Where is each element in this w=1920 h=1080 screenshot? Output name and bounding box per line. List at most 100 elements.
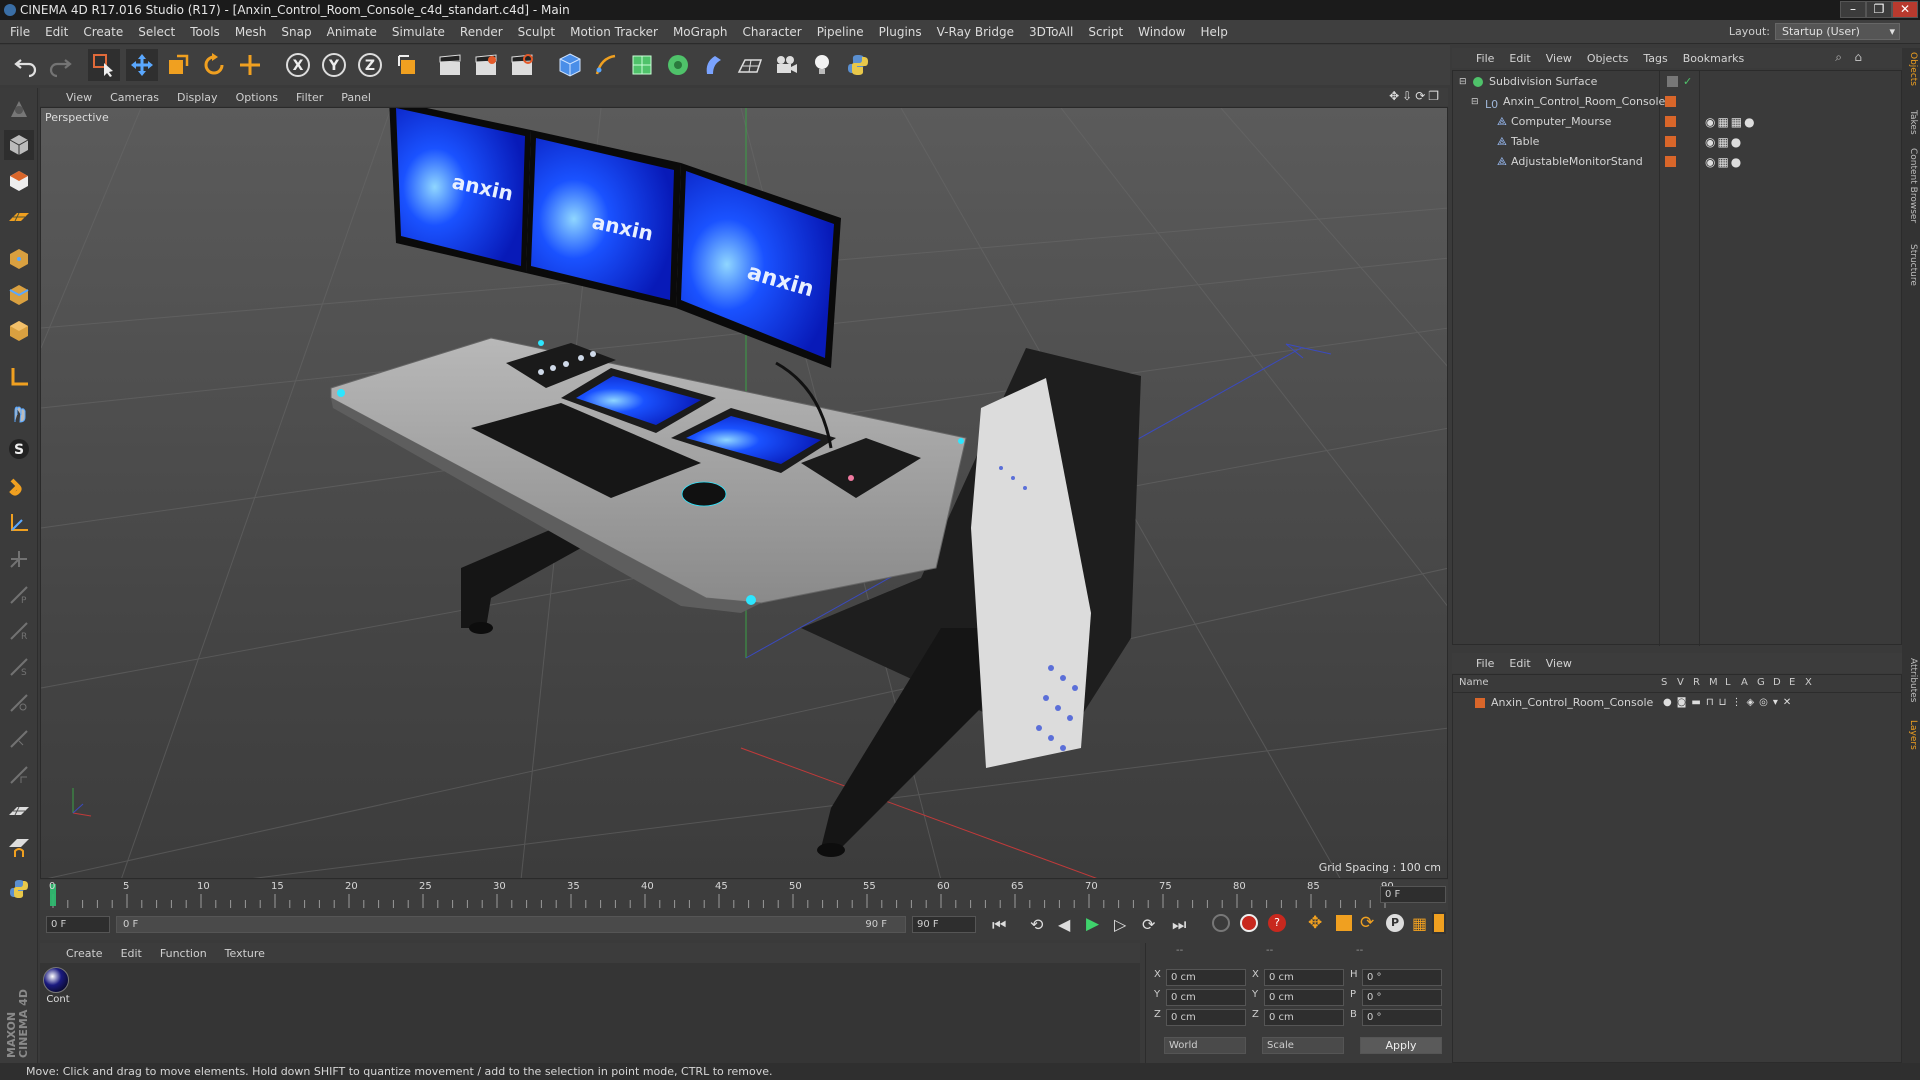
current-frame-field[interactable]: 0 F: [1380, 886, 1446, 903]
camera-button[interactable]: [770, 49, 802, 81]
layer-flag-generators[interactable]: G: [1757, 677, 1765, 688]
size-y-field[interactable]: 0 cm: [1264, 989, 1344, 1006]
z-axis-lock-button[interactable]: Z: [354, 49, 386, 81]
rotation-b-field[interactable]: 0 °: [1362, 1009, 1442, 1026]
menu-script[interactable]: Script: [1088, 25, 1123, 39]
layer-color-swatch[interactable]: [1665, 156, 1676, 167]
objects-menu-tags[interactable]: Tags: [1643, 52, 1667, 65]
layer-flag-render[interactable]: R: [1693, 677, 1700, 688]
rotate-tool-button[interactable]: [198, 49, 230, 81]
record-keys-icon[interactable]: [1212, 914, 1230, 932]
objects-menu-file[interactable]: File: [1476, 52, 1494, 65]
objects-menu-objects[interactable]: Objects: [1587, 52, 1629, 65]
key-scale-icon[interactable]: [1336, 915, 1352, 931]
magnet-snap-button[interactable]: [4, 472, 34, 502]
close-button[interactable]: ✕: [1892, 1, 1918, 18]
preview-range-slider[interactable]: 0 F 90 F: [116, 916, 906, 933]
menu-help[interactable]: Help: [1200, 25, 1227, 39]
key-rotation-icon[interactable]: ⟳: [1360, 913, 1374, 933]
menu-pipeline[interactable]: Pipeline: [817, 25, 864, 39]
layer-flag-animation[interactable]: A: [1741, 677, 1748, 688]
auto-key-icon[interactable]: [1240, 914, 1258, 932]
previous-frame-icon[interactable]: ◀: [1058, 915, 1070, 934]
snap-4-button[interactable]: S: [4, 652, 34, 682]
model-mode-button[interactable]: [4, 130, 34, 160]
layer-color-swatch[interactable]: [1665, 116, 1676, 127]
menu-tools[interactable]: Tools: [190, 25, 220, 39]
menu-select[interactable]: Select: [138, 25, 175, 39]
snap-5-button[interactable]: [4, 688, 34, 718]
menu-sculpt[interactable]: Sculpt: [518, 25, 555, 39]
material-tags[interactable]: ◉▦▦●: [1705, 112, 1757, 132]
snap-2-button[interactable]: P: [4, 580, 34, 610]
objects-menu-edit[interactable]: Edit: [1509, 52, 1530, 65]
search-icon[interactable]: ⌕: [1835, 50, 1842, 65]
layers-menu-file[interactable]: File: [1476, 657, 1494, 670]
scale-tool-button[interactable]: [162, 49, 194, 81]
viewport-menu-display[interactable]: Display: [177, 91, 218, 104]
coordinate-mode-select[interactable]: World: [1164, 1037, 1246, 1054]
move-tool-button[interactable]: [126, 49, 158, 81]
layers-menu-view[interactable]: View: [1546, 657, 1572, 670]
home-icon[interactable]: ⌂: [1854, 50, 1862, 64]
viewport-nav-icons[interactable]: ✥⇩⟳❐: [1389, 89, 1442, 103]
objects-menu-bookmarks[interactable]: Bookmarks: [1683, 52, 1744, 65]
object-row-computer-mourse[interactable]: ⟁ Computer_Mourse ◉▦▦●: [1453, 112, 1903, 132]
recent-tool-button[interactable]: [234, 49, 266, 81]
menu-plugins[interactable]: Plugins: [879, 25, 922, 39]
menu-mograph[interactable]: MoGraph: [673, 25, 728, 39]
size-mode-select[interactable]: Scale: [1262, 1037, 1344, 1054]
go-to-start-icon[interactable]: ⏮: [992, 915, 1006, 935]
key-position-icon[interactable]: ✥: [1308, 913, 1322, 933]
cloner-button[interactable]: [662, 49, 694, 81]
object-row-anxin-console[interactable]: ⊟ L0 Anxin_Control_Room_Console: [1453, 92, 1903, 112]
deformer-button[interactable]: [698, 49, 730, 81]
texture-mode-button[interactable]: [4, 166, 34, 196]
next-key-icon[interactable]: ⟳: [1142, 915, 1155, 934]
position-x-field[interactable]: 0 cm: [1166, 969, 1246, 986]
previous-key-icon[interactable]: ⟲: [1030, 915, 1043, 934]
x-axis-lock-button[interactable]: X: [282, 49, 314, 81]
timeline-ruler[interactable]: 051015202530354045505560657075808590 0 F: [40, 880, 1448, 910]
material-menu-texture[interactable]: Texture: [225, 947, 265, 960]
apply-button[interactable]: Apply: [1360, 1037, 1442, 1054]
enable-axis-button[interactable]: [4, 362, 34, 392]
material-swatch[interactable]: Cont: [43, 967, 73, 1011]
menu-motion-tracker[interactable]: Motion Tracker: [570, 25, 658, 39]
position-y-field[interactable]: 0 cm: [1166, 989, 1246, 1006]
live-selection-button[interactable]: [88, 49, 120, 81]
viewport-menu-view[interactable]: View: [66, 91, 92, 104]
menu-edit[interactable]: Edit: [45, 25, 68, 39]
layer-flag-expressions[interactable]: E: [1789, 677, 1795, 688]
key-parameter-icon[interactable]: P: [1386, 914, 1404, 932]
tab-content-browser[interactable]: Content Browser: [1904, 148, 1918, 223]
size-z-field[interactable]: 0 cm: [1264, 1009, 1344, 1026]
tab-objects[interactable]: Objects: [1904, 52, 1918, 86]
3d-viewport[interactable]: Perspective anxin anxin anxin Grid Spaci…: [40, 107, 1448, 879]
smooth-shading-button[interactable]: S: [4, 434, 34, 464]
menu-character[interactable]: Character: [742, 25, 801, 39]
size-x-field[interactable]: 0 cm: [1264, 969, 1344, 986]
layer-flag-xref[interactable]: X: [1805, 677, 1812, 688]
render-picture-viewer-button[interactable]: [470, 49, 502, 81]
snap-6-button[interactable]: [4, 724, 34, 754]
grid-snap-button[interactable]: [4, 796, 34, 826]
menu-vray-bridge[interactable]: V-Ray Bridge: [937, 25, 1014, 39]
layer-flag-solo[interactable]: S: [1661, 677, 1667, 688]
play-icon[interactable]: ▶: [1086, 914, 1099, 934]
material-tags[interactable]: ◉▦●: [1705, 132, 1743, 152]
go-to-end-icon[interactable]: ⏭: [1172, 915, 1186, 935]
end-frame-field[interactable]: 90 F: [912, 916, 976, 933]
cube-primitive-button[interactable]: [554, 49, 586, 81]
timeline-scheme-icon[interactable]: [1432, 912, 1446, 934]
snap-1-button[interactable]: [4, 544, 34, 574]
spline-pen-button[interactable]: [590, 49, 622, 81]
visibility-dots[interactable]: [1667, 76, 1678, 87]
tab-layers[interactable]: Layers: [1904, 720, 1918, 750]
edges-mode-button[interactable]: [4, 280, 34, 310]
menu-3dtoall[interactable]: 3DToAll: [1029, 25, 1073, 39]
next-frame-icon[interactable]: ▷: [1114, 915, 1126, 934]
enabled-check-icon[interactable]: ✓: [1683, 72, 1692, 92]
tab-takes[interactable]: Takes: [1904, 110, 1918, 135]
layer-color-swatch[interactable]: [1665, 96, 1676, 107]
